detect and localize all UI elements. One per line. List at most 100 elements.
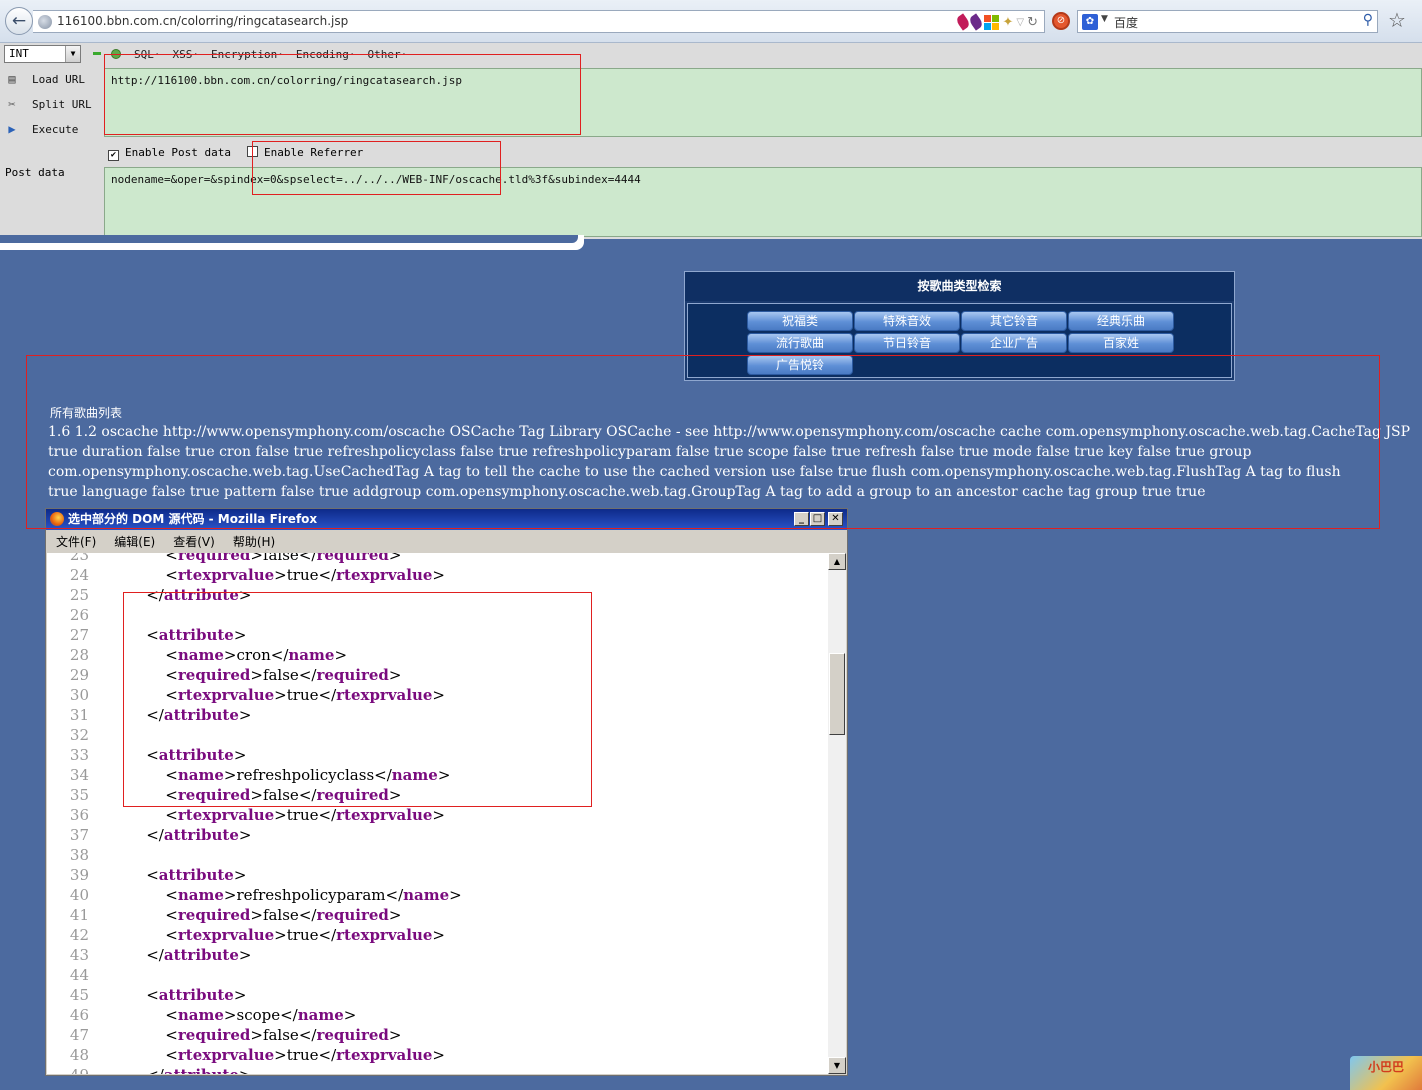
- reload-icon[interactable]: ↻: [1027, 15, 1038, 30]
- checkbox-checked-icon[interactable]: ✔: [108, 150, 119, 161]
- category-button-area: 祝福类 特殊音效 其它铃音 经典乐曲 流行歌曲 节日铃音 企业广告 百家姓 广告…: [687, 303, 1232, 378]
- back-button[interactable]: ←: [5, 7, 33, 35]
- xml-tag-name: name: [177, 886, 224, 904]
- window-titlebar[interactable]: 选中部分的 DOM 源代码 - Mozilla Firefox _ □ ✕: [46, 509, 847, 530]
- enable-referrer-checkbox[interactable]: Enable Referrer: [246, 146, 363, 161]
- windows-logo-icon[interactable]: [984, 14, 1000, 30]
- category-button[interactable]: 经典乐曲: [1068, 311, 1174, 331]
- xml-tag-name: attribute: [164, 1066, 239, 1074]
- line-number: 29: [69, 666, 89, 684]
- menu-view[interactable]: 查看(V): [173, 533, 215, 550]
- menu-file[interactable]: 文件(F): [56, 533, 96, 550]
- code-line: 37 </attribute>: [47, 825, 252, 845]
- checkbox-unchecked-icon[interactable]: [246, 146, 258, 157]
- minimize-button[interactable]: _: [794, 512, 809, 526]
- search-engine-name[interactable]: 百度: [1114, 14, 1138, 31]
- bookmark-star-icon[interactable]: ☆: [1388, 8, 1406, 32]
- menu-xss[interactable]: XSS·: [173, 48, 200, 61]
- category-button[interactable]: 百家姓: [1068, 333, 1174, 353]
- corner-badge-image[interactable]: 小巴巴: [1350, 1056, 1422, 1090]
- noscript-icon[interactable]: ⊘: [1052, 12, 1070, 30]
- menu-sql[interactable]: SQL·: [134, 48, 161, 61]
- firefox-icon: [50, 512, 64, 526]
- line-number: 41: [69, 906, 89, 924]
- menu-edit[interactable]: 编辑(E): [114, 533, 155, 550]
- xml-tag-name: required: [316, 906, 389, 924]
- search-icon[interactable]: ⚲: [1363, 12, 1373, 28]
- menu-encoding[interactable]: Encoding·: [296, 48, 356, 61]
- line-number: 27: [69, 626, 89, 644]
- line-number: 26: [69, 606, 89, 624]
- execute-button[interactable]: ▶ Execute: [4, 122, 78, 136]
- maximize-button[interactable]: □: [810, 512, 825, 526]
- minus-icon[interactable]: [93, 52, 101, 55]
- search-engine-dropdown-icon[interactable]: ▼: [1101, 14, 1108, 24]
- category-button[interactable]: 流行歌曲: [747, 333, 853, 353]
- code-line: 42 <rtexprvalue>true</rtexprvalue>: [47, 925, 445, 945]
- code-line: 40 <name>refreshpolicyparam</name>: [47, 885, 462, 905]
- source-code-view[interactable]: 23 <required>false</required> 24 <rtexprv…: [47, 553, 828, 1074]
- line-number: 40: [69, 886, 89, 904]
- code-line: 34 <name>refreshpolicyclass</name>: [47, 765, 451, 785]
- category-button[interactable]: 企业广告: [961, 333, 1067, 353]
- split-url-button[interactable]: ✂ Split URL: [4, 97, 91, 111]
- code-line: 31 </attribute>: [47, 705, 252, 725]
- line-number: 47: [69, 1026, 89, 1044]
- encoding-select[interactable]: INT ▼: [4, 45, 81, 63]
- enable-post-checkbox[interactable]: ✔ Enable Post data: [108, 146, 231, 161]
- category-search-panel: 按歌曲类型检索 祝福类 特殊音效 其它铃音 经典乐曲 流行歌曲 节日铃音 企业广…: [684, 271, 1235, 381]
- menu-help[interactable]: 帮助(H): [233, 533, 275, 550]
- code-line: 47 <required>false</required>: [47, 1025, 402, 1045]
- xml-text: false: [262, 1026, 299, 1044]
- category-button[interactable]: 广告悦铃: [747, 355, 853, 375]
- song-list-line: com.opensymphony.oscache.web.tag.UseCach…: [48, 464, 1341, 480]
- scroll-down-icon[interactable]: ▼: [828, 1057, 846, 1074]
- menu-encryption[interactable]: Encryption·: [211, 48, 284, 61]
- code-line: 44: [47, 965, 127, 985]
- search-box[interactable]: ✿ ▼ 百度 ⚲: [1077, 10, 1378, 33]
- category-button[interactable]: 特殊音效: [854, 311, 960, 331]
- category-button[interactable]: 节日铃音: [854, 333, 960, 353]
- line-number: 45: [69, 986, 89, 1004]
- scrollbar-thumb[interactable]: [829, 653, 845, 735]
- category-button[interactable]: 祝福类: [747, 311, 853, 331]
- baidu-paw-icon[interactable]: ✿: [1082, 14, 1098, 30]
- code-line: 38: [47, 845, 127, 865]
- scroll-up-icon[interactable]: ▲: [828, 553, 846, 570]
- address-bar[interactable]: 116100.bbn.com.cn/colorring/ringcatasear…: [33, 10, 1045, 33]
- xml-text: false: [262, 786, 299, 804]
- address-text[interactable]: 116100.bbn.com.cn/colorring/ringcatasear…: [57, 14, 348, 28]
- plus-icon[interactable]: [111, 49, 121, 59]
- dropdown-icon[interactable]: ▽: [1016, 17, 1024, 28]
- close-button[interactable]: ✕: [828, 512, 843, 526]
- paw-icon[interactable]: ✦: [1002, 15, 1013, 30]
- xml-tag-name: rtexprvalue: [177, 806, 275, 824]
- post-data-textarea[interactable]: nodename=&oper=&spindex=0&spselect=../..…: [104, 167, 1422, 237]
- feather-icon[interactable]: [968, 13, 985, 31]
- chevron-down-icon[interactable]: ▼: [65, 46, 80, 62]
- code-line: 30 <rtexprvalue>true</rtexprvalue>: [47, 685, 445, 705]
- category-button[interactable]: 其它铃音: [961, 311, 1067, 331]
- xml-text: false: [262, 666, 299, 684]
- load-url-button[interactable]: ▤ Load URL: [4, 72, 85, 86]
- load-url-icon: ▤: [8, 72, 16, 86]
- xml-tag-name: rtexprvalue: [177, 1046, 275, 1064]
- xml-text: false: [262, 553, 299, 564]
- xml-tag-name: name: [288, 646, 335, 664]
- line-number: 25: [69, 586, 89, 604]
- url-textarea[interactable]: http://116100.bbn.com.cn/colorring/ringc…: [104, 68, 1422, 137]
- xml-tag-name: rtexprvalue: [177, 566, 275, 584]
- song-list-body: 1.6 1.2 oscache http://www.opensymphony.…: [48, 422, 1422, 506]
- menu-other[interactable]: Other·: [367, 48, 407, 61]
- line-number: 33: [69, 746, 89, 764]
- vertical-scrollbar[interactable]: ▲ ▼: [828, 553, 846, 1074]
- feather-icon[interactable]: [955, 13, 972, 31]
- line-number: 32: [69, 726, 89, 744]
